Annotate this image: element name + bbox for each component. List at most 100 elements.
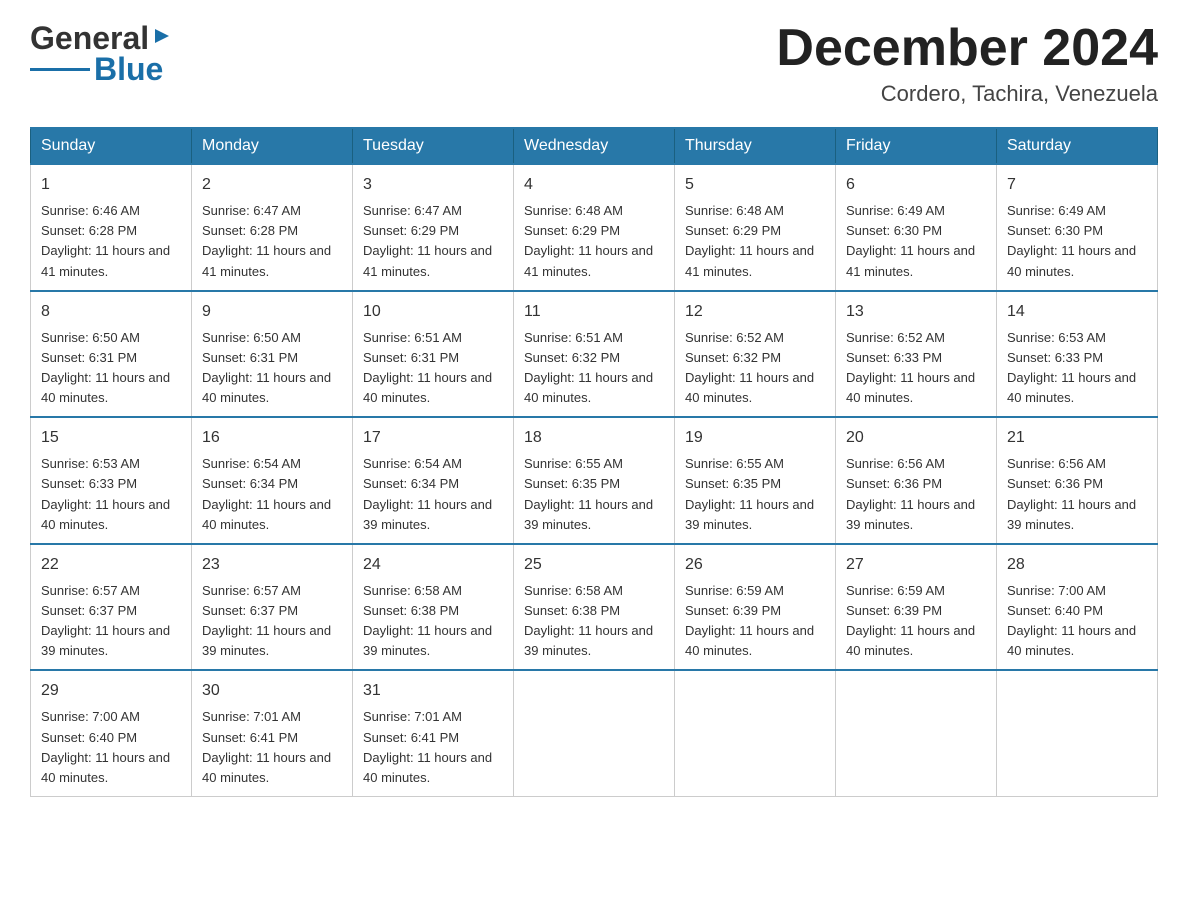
day-number: 31 — [363, 679, 503, 703]
logo-triangle-icon — [151, 25, 173, 47]
day-number: 5 — [685, 173, 825, 197]
day-number: 22 — [41, 553, 181, 577]
day-number: 30 — [202, 679, 342, 703]
day-info: Sunrise: 6:52 AMSunset: 6:33 PMDaylight:… — [846, 328, 986, 409]
day-info: Sunrise: 6:56 AMSunset: 6:36 PMDaylight:… — [1007, 454, 1147, 535]
week-row-4: 22 Sunrise: 6:57 AMSunset: 6:37 PMDaylig… — [31, 544, 1158, 671]
calendar-cell: 14 Sunrise: 6:53 AMSunset: 6:33 PMDaylig… — [997, 291, 1158, 418]
day-number: 6 — [846, 173, 986, 197]
day-info: Sunrise: 6:53 AMSunset: 6:33 PMDaylight:… — [41, 454, 181, 535]
week-row-1: 1 Sunrise: 6:46 AMSunset: 6:28 PMDayligh… — [31, 164, 1158, 291]
day-info: Sunrise: 6:48 AMSunset: 6:29 PMDaylight:… — [524, 201, 664, 282]
month-year-title: December 2024 — [776, 20, 1158, 77]
calendar-cell: 2 Sunrise: 6:47 AMSunset: 6:28 PMDayligh… — [192, 164, 353, 291]
title-area: December 2024 Cordero, Tachira, Venezuel… — [776, 20, 1158, 107]
day-info: Sunrise: 7:00 AMSunset: 6:40 PMDaylight:… — [1007, 581, 1147, 662]
calendar-cell: 11 Sunrise: 6:51 AMSunset: 6:32 PMDaylig… — [514, 291, 675, 418]
calendar-cell: 31 Sunrise: 7:01 AMSunset: 6:41 PMDaylig… — [353, 670, 514, 796]
calendar-cell: 13 Sunrise: 6:52 AMSunset: 6:33 PMDaylig… — [836, 291, 997, 418]
day-number: 14 — [1007, 300, 1147, 324]
header-sunday: Sunday — [31, 128, 192, 164]
calendar-cell: 24 Sunrise: 6:58 AMSunset: 6:38 PMDaylig… — [353, 544, 514, 671]
calendar-cell: 15 Sunrise: 6:53 AMSunset: 6:33 PMDaylig… — [31, 417, 192, 544]
calendar-cell: 6 Sunrise: 6:49 AMSunset: 6:30 PMDayligh… — [836, 164, 997, 291]
day-number: 28 — [1007, 553, 1147, 577]
week-row-5: 29 Sunrise: 7:00 AMSunset: 6:40 PMDaylig… — [31, 670, 1158, 796]
day-number: 23 — [202, 553, 342, 577]
day-number: 27 — [846, 553, 986, 577]
day-number: 25 — [524, 553, 664, 577]
day-info: Sunrise: 6:59 AMSunset: 6:39 PMDaylight:… — [846, 581, 986, 662]
calendar-cell: 12 Sunrise: 6:52 AMSunset: 6:32 PMDaylig… — [675, 291, 836, 418]
calendar-cell: 18 Sunrise: 6:55 AMSunset: 6:35 PMDaylig… — [514, 417, 675, 544]
calendar-cell: 19 Sunrise: 6:55 AMSunset: 6:35 PMDaylig… — [675, 417, 836, 544]
calendar-cell: 3 Sunrise: 6:47 AMSunset: 6:29 PMDayligh… — [353, 164, 514, 291]
day-number: 4 — [524, 173, 664, 197]
calendar-cell: 20 Sunrise: 6:56 AMSunset: 6:36 PMDaylig… — [836, 417, 997, 544]
day-info: Sunrise: 6:50 AMSunset: 6:31 PMDaylight:… — [41, 328, 181, 409]
calendar-cell: 22 Sunrise: 6:57 AMSunset: 6:37 PMDaylig… — [31, 544, 192, 671]
day-info: Sunrise: 6:46 AMSunset: 6:28 PMDaylight:… — [41, 201, 181, 282]
calendar-cell: 10 Sunrise: 6:51 AMSunset: 6:31 PMDaylig… — [353, 291, 514, 418]
calendar-cell — [997, 670, 1158, 796]
day-number: 29 — [41, 679, 181, 703]
calendar-cell: 27 Sunrise: 6:59 AMSunset: 6:39 PMDaylig… — [836, 544, 997, 671]
week-row-3: 15 Sunrise: 6:53 AMSunset: 6:33 PMDaylig… — [31, 417, 1158, 544]
day-info: Sunrise: 6:47 AMSunset: 6:28 PMDaylight:… — [202, 201, 342, 282]
day-info: Sunrise: 6:59 AMSunset: 6:39 PMDaylight:… — [685, 581, 825, 662]
calendar-cell: 25 Sunrise: 6:58 AMSunset: 6:38 PMDaylig… — [514, 544, 675, 671]
calendar-cell — [836, 670, 997, 796]
day-info: Sunrise: 7:01 AMSunset: 6:41 PMDaylight:… — [363, 707, 503, 788]
day-info: Sunrise: 6:48 AMSunset: 6:29 PMDaylight:… — [685, 201, 825, 282]
day-number: 17 — [363, 426, 503, 450]
calendar-cell: 23 Sunrise: 6:57 AMSunset: 6:37 PMDaylig… — [192, 544, 353, 671]
day-info: Sunrise: 6:54 AMSunset: 6:34 PMDaylight:… — [363, 454, 503, 535]
day-number: 10 — [363, 300, 503, 324]
calendar-cell: 17 Sunrise: 6:54 AMSunset: 6:34 PMDaylig… — [353, 417, 514, 544]
day-info: Sunrise: 6:58 AMSunset: 6:38 PMDaylight:… — [524, 581, 664, 662]
calendar-cell: 16 Sunrise: 6:54 AMSunset: 6:34 PMDaylig… — [192, 417, 353, 544]
day-info: Sunrise: 6:58 AMSunset: 6:38 PMDaylight:… — [363, 581, 503, 662]
day-number: 12 — [685, 300, 825, 324]
weekday-header-row: Sunday Monday Tuesday Wednesday Thursday… — [31, 128, 1158, 164]
header-monday: Monday — [192, 128, 353, 164]
page-header: General Blue December 2024 Cordero, Tach… — [30, 20, 1158, 107]
calendar-cell — [514, 670, 675, 796]
day-number: 2 — [202, 173, 342, 197]
day-number: 16 — [202, 426, 342, 450]
day-number: 24 — [363, 553, 503, 577]
calendar-cell: 9 Sunrise: 6:50 AMSunset: 6:31 PMDayligh… — [192, 291, 353, 418]
day-number: 19 — [685, 426, 825, 450]
day-number: 26 — [685, 553, 825, 577]
day-number: 8 — [41, 300, 181, 324]
calendar-cell: 28 Sunrise: 7:00 AMSunset: 6:40 PMDaylig… — [997, 544, 1158, 671]
day-info: Sunrise: 6:53 AMSunset: 6:33 PMDaylight:… — [1007, 328, 1147, 409]
day-info: Sunrise: 6:56 AMSunset: 6:36 PMDaylight:… — [846, 454, 986, 535]
calendar-table: Sunday Monday Tuesday Wednesday Thursday… — [30, 127, 1158, 797]
day-info: Sunrise: 6:55 AMSunset: 6:35 PMDaylight:… — [524, 454, 664, 535]
day-info: Sunrise: 6:49 AMSunset: 6:30 PMDaylight:… — [1007, 201, 1147, 282]
day-info: Sunrise: 6:57 AMSunset: 6:37 PMDaylight:… — [202, 581, 342, 662]
day-info: Sunrise: 6:54 AMSunset: 6:34 PMDaylight:… — [202, 454, 342, 535]
calendar-cell: 5 Sunrise: 6:48 AMSunset: 6:29 PMDayligh… — [675, 164, 836, 291]
day-number: 13 — [846, 300, 986, 324]
day-number: 7 — [1007, 173, 1147, 197]
calendar-cell: 4 Sunrise: 6:48 AMSunset: 6:29 PMDayligh… — [514, 164, 675, 291]
day-info: Sunrise: 6:51 AMSunset: 6:32 PMDaylight:… — [524, 328, 664, 409]
day-info: Sunrise: 7:01 AMSunset: 6:41 PMDaylight:… — [202, 707, 342, 788]
calendar-cell: 30 Sunrise: 7:01 AMSunset: 6:41 PMDaylig… — [192, 670, 353, 796]
calendar-cell: 21 Sunrise: 6:56 AMSunset: 6:36 PMDaylig… — [997, 417, 1158, 544]
week-row-2: 8 Sunrise: 6:50 AMSunset: 6:31 PMDayligh… — [31, 291, 1158, 418]
calendar-cell — [675, 670, 836, 796]
calendar-cell: 8 Sunrise: 6:50 AMSunset: 6:31 PMDayligh… — [31, 291, 192, 418]
logo-blue-text: Blue — [94, 51, 163, 88]
day-number: 3 — [363, 173, 503, 197]
day-number: 15 — [41, 426, 181, 450]
day-number: 21 — [1007, 426, 1147, 450]
header-friday: Friday — [836, 128, 997, 164]
day-info: Sunrise: 6:51 AMSunset: 6:31 PMDaylight:… — [363, 328, 503, 409]
header-saturday: Saturday — [997, 128, 1158, 164]
location-subtitle: Cordero, Tachira, Venezuela — [776, 81, 1158, 107]
day-info: Sunrise: 6:47 AMSunset: 6:29 PMDaylight:… — [363, 201, 503, 282]
calendar-cell: 29 Sunrise: 7:00 AMSunset: 6:40 PMDaylig… — [31, 670, 192, 796]
